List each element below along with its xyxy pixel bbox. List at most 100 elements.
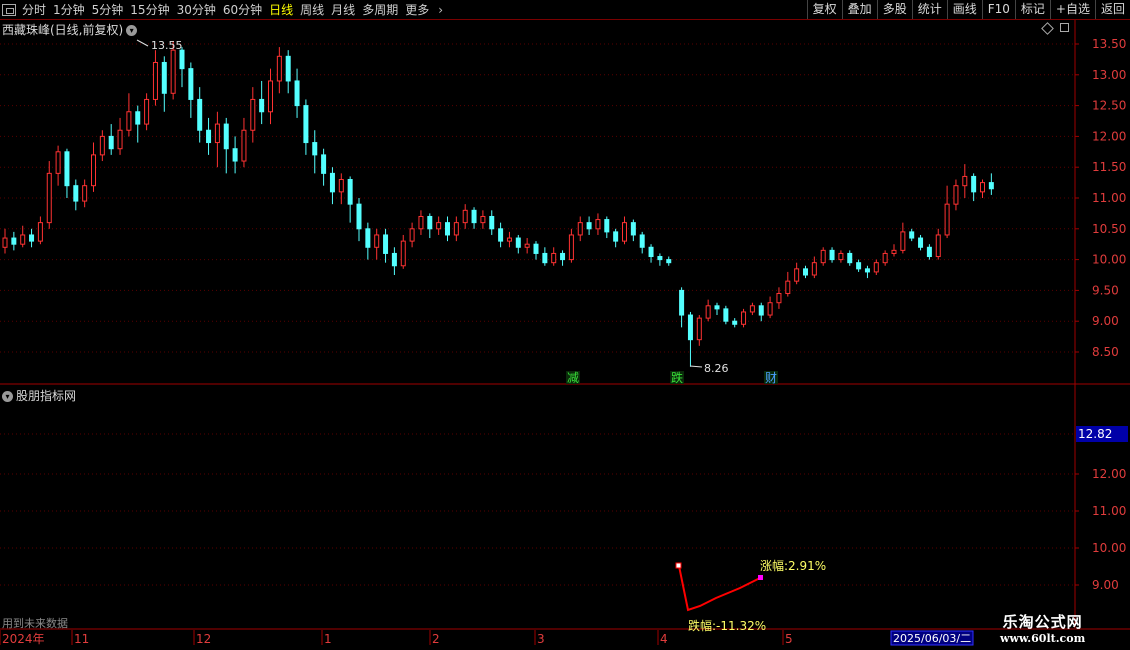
candle-body xyxy=(489,215,495,230)
candle-body xyxy=(214,123,220,144)
candle-body xyxy=(409,228,415,242)
timeline-label: 2 xyxy=(432,632,440,646)
y-tick-label: 11.50 xyxy=(1092,160,1126,174)
event-marker: 减 xyxy=(567,371,579,385)
candle-body xyxy=(276,55,282,82)
candle-body xyxy=(303,105,309,144)
y-tick-label: 10.00 xyxy=(1092,253,1126,267)
candle-body xyxy=(383,234,389,254)
candle-body xyxy=(962,175,968,187)
y-tick-label: 8.50 xyxy=(1092,345,1119,359)
timeline-label: 2024年 xyxy=(2,632,45,646)
future-data-note: 用到未来数据 xyxy=(2,617,68,630)
y-tick-label: 10.50 xyxy=(1092,222,1126,236)
y-tick-label: 12.00 xyxy=(1092,467,1126,481)
candle-body xyxy=(179,49,185,70)
candle-body xyxy=(126,111,132,131)
candle-body xyxy=(856,262,862,270)
candle-body xyxy=(794,268,800,282)
candle-body xyxy=(909,231,915,239)
y-tick-label: 12.50 xyxy=(1092,99,1126,113)
y-tick-label: 13.00 xyxy=(1092,68,1126,82)
candle-body xyxy=(108,135,114,150)
candle-body xyxy=(294,80,300,107)
candle-body xyxy=(506,237,512,242)
candle-body xyxy=(471,209,477,224)
candle-body xyxy=(418,215,424,230)
candle-body xyxy=(749,305,755,313)
timeline-label: 3 xyxy=(537,632,545,646)
y-tick-label: 9.50 xyxy=(1092,283,1119,297)
candle-body xyxy=(687,314,693,341)
event-marker: 财 xyxy=(765,371,777,385)
candle-body xyxy=(152,61,158,100)
candle-body xyxy=(241,129,247,162)
event-marker: 跌 xyxy=(671,370,683,385)
candle-body xyxy=(268,80,273,113)
candle-body xyxy=(329,172,335,193)
end-point xyxy=(758,575,763,580)
candle-body xyxy=(480,215,486,224)
candle-body xyxy=(918,237,924,248)
watermark-title: 乐淘公式网 xyxy=(1002,613,1083,631)
candle-body xyxy=(657,256,663,261)
candle-body xyxy=(312,142,318,156)
candle-body xyxy=(666,259,672,264)
current-value: 12.82 xyxy=(1078,427,1112,441)
candle-body xyxy=(197,98,203,131)
candle-body xyxy=(20,234,26,245)
candle-body xyxy=(900,231,906,251)
candle-body xyxy=(586,222,592,230)
candle-body xyxy=(882,252,888,264)
candle-body xyxy=(639,234,645,248)
candle-body xyxy=(847,252,853,264)
candle-body xyxy=(73,185,79,202)
candle-body xyxy=(577,222,583,236)
kline-chart[interactable]: 13.50 13.00 12.50 12.00 11.50 11.00 10.50 10.00… xyxy=(0,0,1130,650)
candle-body xyxy=(117,129,123,150)
candle-body xyxy=(971,175,977,193)
candle-body xyxy=(498,228,504,242)
start-point xyxy=(675,562,682,569)
timeline-label: 5 xyxy=(785,632,793,646)
candle-body xyxy=(533,243,539,254)
candle-body xyxy=(232,148,238,162)
candle-body xyxy=(723,308,729,322)
high-pointer xyxy=(136,39,149,47)
candle-body xyxy=(374,234,380,248)
candle-body xyxy=(568,234,574,261)
y-tick-label: 12.00 xyxy=(1092,129,1126,143)
candle-body xyxy=(696,317,702,341)
y-tick-label: 11.00 xyxy=(1092,504,1126,518)
candle-body xyxy=(29,234,35,242)
candle-body xyxy=(953,185,959,205)
fall-label: 跌幅:-11.32% xyxy=(688,618,766,633)
candle-body xyxy=(551,252,557,264)
candle-body xyxy=(758,305,764,316)
indicator-line xyxy=(678,565,761,612)
current-date: 2025/06/03/二 xyxy=(893,632,971,645)
candle-body xyxy=(453,222,459,236)
candle-body xyxy=(542,252,548,264)
candle-body xyxy=(560,252,566,261)
candle-body xyxy=(144,98,150,125)
candle-body xyxy=(55,151,61,174)
y-tick-label: 10.00 xyxy=(1092,541,1126,555)
candle-body xyxy=(613,231,619,242)
rise-label: 涨幅:2.91% xyxy=(760,558,826,573)
candle-body xyxy=(864,268,870,273)
candle-body xyxy=(811,262,817,276)
candle-body xyxy=(873,262,879,273)
candle-body xyxy=(803,268,808,276)
candle-body xyxy=(259,98,265,113)
high-price-label: 13.55 xyxy=(151,39,183,52)
timeline-label: 12 xyxy=(196,632,211,646)
low-pointer xyxy=(689,365,703,368)
candle-body xyxy=(741,311,747,325)
candle-body xyxy=(2,237,8,248)
candle-body xyxy=(604,219,610,233)
candle-body xyxy=(82,185,88,202)
candle-body xyxy=(391,252,397,267)
candle-body xyxy=(705,305,711,319)
candle-body xyxy=(524,243,530,248)
